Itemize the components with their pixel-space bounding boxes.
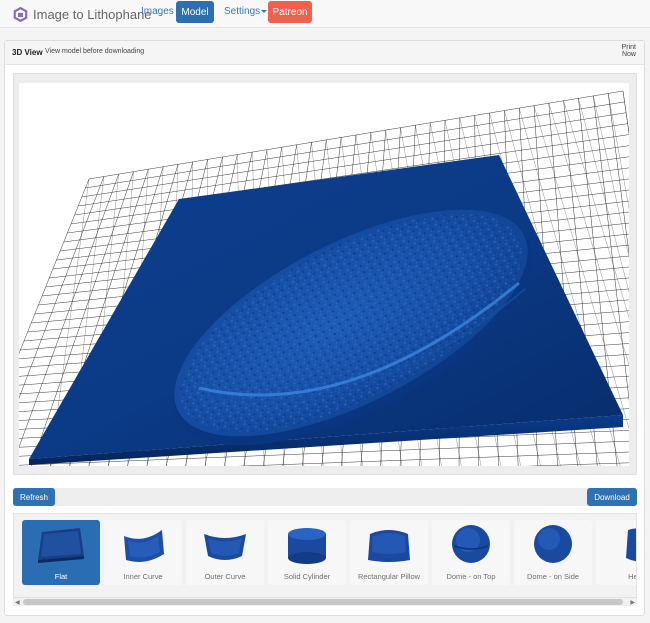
shape-label: Dome - on Top (446, 572, 496, 581)
chevron-down-icon (261, 9, 268, 13)
refresh-button[interactable]: Refresh (13, 488, 55, 506)
print-now-link[interactable]: Print Now (616, 44, 636, 58)
model-3d-viewer[interactable] (19, 83, 629, 466)
dome-side-icon (534, 525, 572, 563)
shape-label: Outer Curve (204, 572, 246, 581)
heart-icon (626, 528, 636, 562)
shape-label: Dome - on Side (526, 572, 580, 581)
shape-label: Solid Cylinder (283, 572, 331, 581)
shape-dome-top[interactable]: Dome - on Top (432, 520, 510, 585)
shape-dome-side[interactable]: Dome - on Side (514, 520, 592, 585)
view-panel: 3D View View model before downloading Pr… (4, 40, 645, 616)
shape-label: Inner Curve (123, 572, 163, 581)
nav-patreon-button[interactable]: Patreon (268, 1, 312, 23)
scrollbar-thumb[interactable] (23, 599, 623, 605)
refresh-label: Refresh (19, 492, 48, 502)
panel-title: 3D View (12, 48, 43, 57)
nav-settings-label: Settings (224, 6, 261, 17)
controls-bar (13, 488, 637, 506)
shape-scrollbar[interactable]: ◀ ▶ (13, 597, 637, 606)
dome-top-icon (452, 525, 490, 563)
nav-settings-dropdown[interactable]: Settings (224, 6, 268, 17)
brand-name: Image to Lithophane (33, 6, 152, 22)
top-navbar: Image to Lithophane Images Model Setting… (0, 0, 650, 28)
shape-rectangular-pillow[interactable]: Rectangular Pillow (350, 520, 428, 585)
cylinder-icon (288, 528, 326, 564)
shape-label: Hea (628, 572, 636, 581)
panel-subtitle: View model before downloading (45, 48, 145, 55)
flat-plate-icon (38, 528, 84, 563)
nav-patreon-label: Patreon (272, 6, 308, 18)
brand-logo-icon (13, 6, 28, 22)
shape-inner-curve[interactable]: Inner Curve (104, 520, 182, 585)
shape-label: Rectangular Pillow (357, 572, 421, 581)
nav-model[interactable]: Model (176, 1, 214, 23)
shape-selector: Flat Inner Curve Outer Curve Solid Cylin… (13, 513, 637, 599)
brand[interactable]: Image to Lithophane (12, 4, 152, 24)
download-button[interactable]: Download (587, 488, 637, 506)
shape-label: Flat (54, 572, 68, 581)
panel-header: 3D View View model before downloading Pr… (5, 41, 644, 65)
inner-curve-icon (124, 530, 164, 562)
nav-model-label: Model (181, 6, 209, 18)
model-render (19, 90, 629, 466)
shape-solid-cylinder[interactable]: Solid Cylinder (268, 520, 346, 585)
shape-heart[interactable]: Hea (596, 520, 636, 585)
pillow-icon (368, 530, 410, 562)
shape-outer-curve[interactable]: Outer Curve (186, 520, 264, 585)
outer-curve-icon (204, 534, 246, 560)
scroll-left-icon[interactable]: ◀ (15, 599, 20, 606)
nav-images[interactable]: Images (141, 6, 174, 17)
scroll-right-icon[interactable]: ▶ (630, 599, 635, 606)
download-label: Download (594, 492, 630, 502)
shape-flat[interactable]: Flat (22, 520, 100, 585)
